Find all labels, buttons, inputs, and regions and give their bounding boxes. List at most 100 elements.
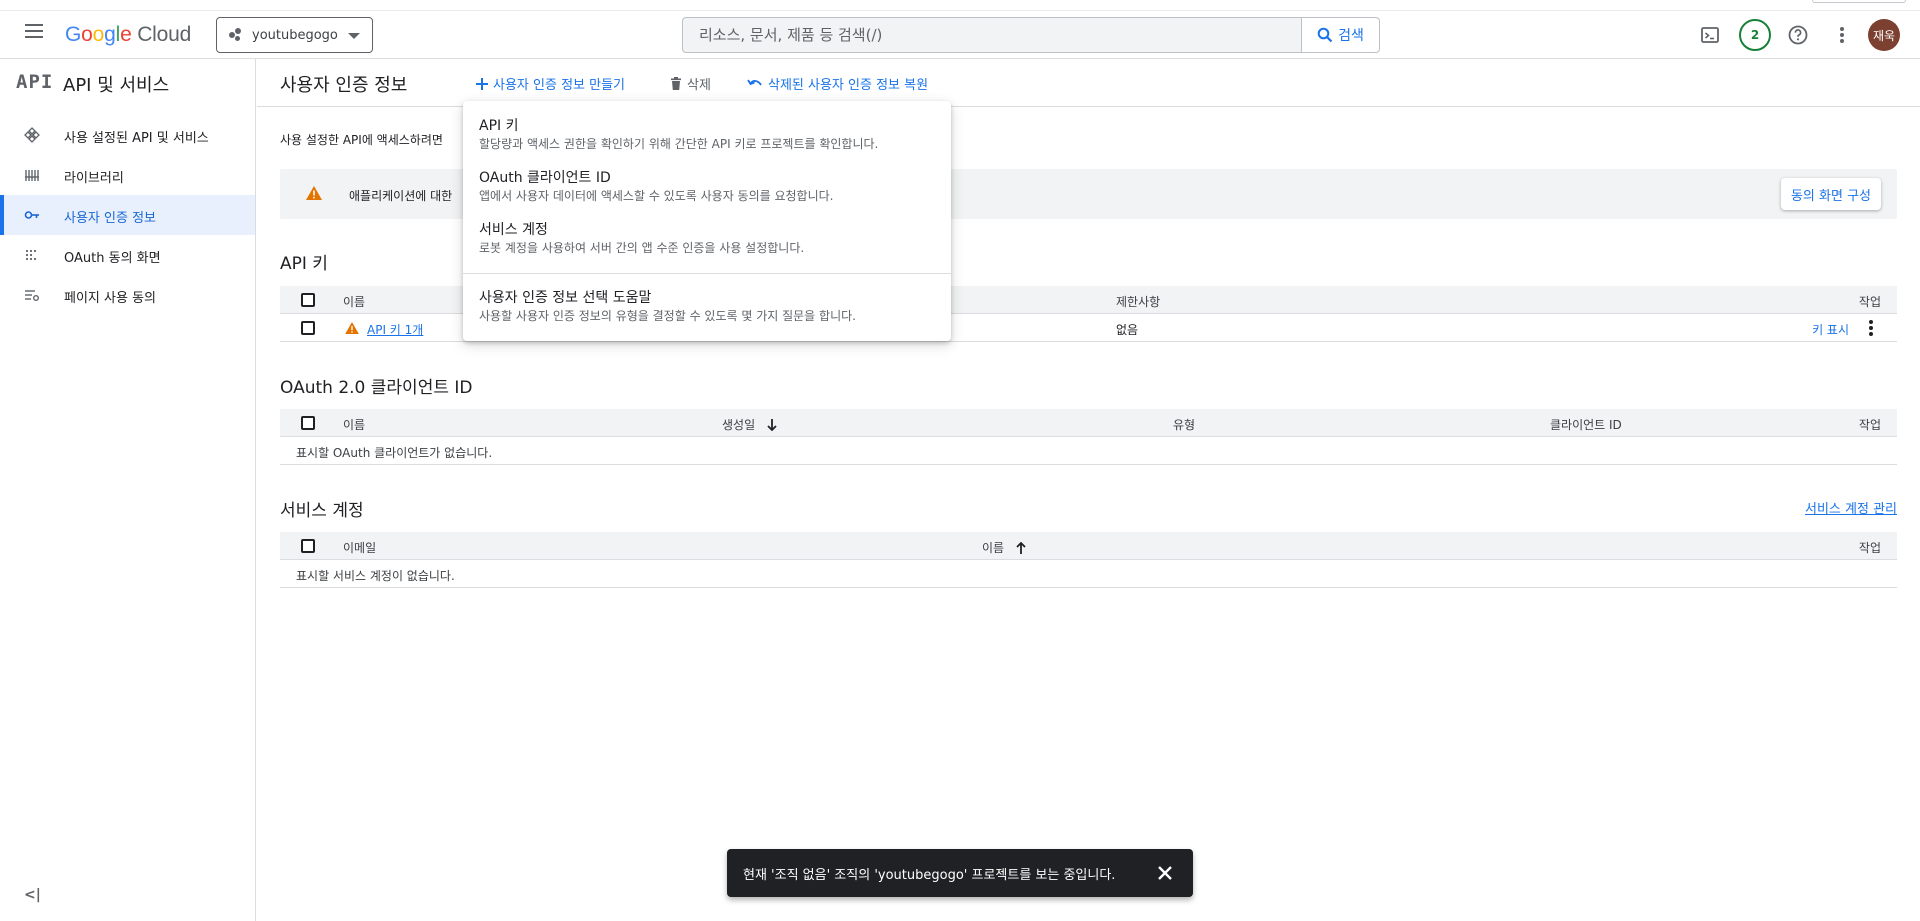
oauth-table: 이름 생성일 유형 클라이언트 ID 작업 표시할 OAuth 클라이언트가 없… (280, 409, 1897, 465)
api-logo-icon: API (16, 71, 54, 93)
restore-credentials-button[interactable]: 삭제된 사용자 인증 정보 복원 (747, 74, 928, 93)
menu-divider (463, 273, 951, 274)
arrow-down-icon (767, 419, 777, 432)
project-picker[interactable]: youtubegogo (216, 17, 373, 53)
create-credentials-button[interactable]: 사용자 인증 정보 만들기 (476, 74, 625, 93)
top-corner-tab (1812, 0, 1906, 3)
empty-message: 표시할 OAuth 클라이언트가 없습니다. (296, 446, 493, 460)
menu-item-title: OAuth 클라이언트 ID (479, 170, 611, 186)
sidebar-item-label: 사용자 인증 정보 (64, 211, 156, 226)
caret-down-icon (348, 33, 360, 39)
delete-label: 삭제 (687, 78, 711, 93)
sidebar-item-label: 페이지 사용 동의 (64, 291, 156, 306)
more-vert-icon[interactable] (1827, 20, 1857, 50)
page-toolbar: 사용자 인증 정보 사용자 인증 정보 만들기 삭제 삭제된 사용자 인증 정보… (257, 59, 1920, 107)
col-actions: 작업 (1858, 295, 1881, 309)
service-accounts-table: 이메일 이름 작업 표시할 서비스 계정이 없습니다. (280, 532, 1897, 588)
warning-icon (306, 186, 322, 200)
menu-item-desc: 앱에서 사용자 데이터에 액세스할 수 있도록 사용자 동의를 요청합니다. (479, 189, 834, 203)
menu-item-title: 사용자 인증 정보 선택 도움말 (479, 290, 652, 306)
search-button[interactable]: 검색 (1301, 18, 1379, 52)
intro-text: 사용 설정한 API에 액세스하려면 (280, 133, 443, 147)
col-created[interactable]: 생성일 (722, 416, 777, 433)
settings-list-icon (25, 290, 39, 301)
sidebar: API API 및 서비스 사용 설정된 API 및 서비스 라이브러리 사용자… (0, 59, 256, 921)
menu-item-help-me-choose[interactable]: 사용자 인증 정보 선택 도움말 사용할 사용자 인증 정보의 유형을 결정할 … (463, 287, 951, 327)
col-client-id: 클라이언트 ID (1550, 418, 1622, 432)
undo-icon (747, 79, 762, 86)
snackbar: 현재 '조직 없음' 조직의 'youtubegogo' 프로젝트를 보는 중입… (727, 849, 1193, 897)
col-name: 이름 (343, 295, 366, 309)
row-checkbox[interactable] (301, 321, 315, 335)
project-dots-icon (229, 28, 245, 42)
col-restrictions: 제한사항 (1116, 295, 1161, 309)
col-name-label: 이름 (982, 541, 1005, 555)
api-key-link[interactable]: API 키 1개 (367, 321, 423, 338)
service-accounts-title: 서비스 계정 (280, 501, 364, 521)
avatar[interactable]: 재욱 (1868, 19, 1900, 51)
close-icon[interactable] (1155, 863, 1175, 883)
row-more-vert-icon[interactable] (1869, 320, 1873, 338)
delete-button[interactable]: 삭제 (670, 74, 711, 93)
search-input[interactable] (683, 18, 1303, 52)
col-created-label: 생성일 (722, 418, 756, 432)
create-credentials-menu: API 키 할당량과 액세스 권한을 확인하기 위해 간단한 API 키로 프로… (463, 101, 951, 341)
search-bar: 검색 (682, 17, 1380, 53)
sidebar-item-oauth-consent[interactable]: OAuth 동의 화면 (0, 235, 255, 275)
manage-service-accounts-link[interactable]: 서비스 계정 관리 (1805, 498, 1897, 517)
configure-consent-button[interactable]: 동의 화면 구성 (1780, 178, 1881, 210)
trash-icon (671, 77, 681, 90)
select-all-checkbox[interactable] (301, 416, 315, 430)
table-header: 이메일 이름 작업 (280, 532, 1897, 560)
menu-item-title: 서비스 계정 (479, 222, 548, 238)
col-email: 이메일 (343, 541, 377, 555)
sidebar-item-enabled-apis[interactable]: 사용 설정된 API 및 서비스 (0, 115, 255, 155)
col-actions: 작업 (1858, 541, 1881, 555)
menu-item-desc: 사용할 사용자 인증 정보의 유형을 결정할 수 있도록 몇 가지 질문을 합니… (479, 309, 856, 323)
hamburger-menu-icon[interactable] (20, 20, 48, 48)
search-button-label: 검색 (1338, 28, 1364, 44)
menu-item-desc: 할당량과 액세스 권한을 확인하기 위해 간단한 API 키로 프로젝트를 확인… (479, 137, 879, 151)
menu-item-service-account[interactable]: 서비스 계정 로봇 계정을 사용하여 서버 간의 앱 수준 인증을 사용 설정합… (463, 219, 951, 259)
sidebar-item-credentials[interactable]: 사용자 인증 정보 (0, 195, 255, 235)
notification-badge[interactable]: 2 (1739, 19, 1771, 51)
api-hub-icon (24, 127, 40, 143)
restrictions-value: 없음 (1116, 323, 1139, 337)
library-icon (25, 170, 39, 181)
col-name[interactable]: 이름 (982, 539, 1026, 556)
menu-item-oauth-client[interactable]: OAuth 클라이언트 ID 앱에서 사용자 데이터에 액세스할 수 있도록 사… (463, 167, 951, 207)
create-credentials-label: 사용자 인증 정보 만들기 (493, 78, 625, 93)
consent-dots-icon (25, 249, 37, 261)
empty-message: 표시할 서비스 계정이 없습니다. (296, 569, 455, 583)
menu-item-title: API 키 (479, 118, 519, 134)
col-actions: 작업 (1858, 418, 1881, 432)
select-all-checkbox[interactable] (301, 539, 315, 553)
select-all-checkbox[interactable] (301, 293, 315, 307)
col-name: 이름 (343, 418, 366, 432)
add-icon (476, 77, 488, 90)
snackbar-message: 현재 '조직 없음' 조직의 'youtubegogo' 프로젝트를 보는 중입… (743, 868, 1116, 883)
sidebar-item-page-usage[interactable]: 페이지 사용 동의 (0, 275, 255, 315)
collapse-sidebar-icon[interactable]: <| (24, 887, 41, 903)
sidebar-item-label: 라이브러리 (64, 171, 124, 186)
menu-item-api-key[interactable]: API 키 할당량과 액세스 권한을 확인하기 위해 간단한 API 키로 프로… (463, 115, 951, 155)
top-bar: Google Cloud youtubegogo 검색 2 재욱 (0, 0, 1920, 59)
arrow-up-icon (1016, 541, 1026, 554)
table-row: 표시할 OAuth 클라이언트가 없습니다. (280, 437, 1897, 465)
api-keys-title: API 키 (280, 254, 328, 274)
warning-text: 애플리케이션에 대한 (349, 189, 453, 203)
table-row: 표시할 서비스 계정이 없습니다. (280, 560, 1897, 588)
project-name: youtubegogo (252, 27, 338, 43)
sidebar-title: API 및 서비스 (63, 75, 170, 96)
cloud-shell-icon[interactable] (1695, 20, 1725, 50)
table-header: 이름 생성일 유형 클라이언트 ID 작업 (280, 409, 1897, 437)
google-cloud-logo[interactable]: Google Cloud (65, 23, 191, 47)
sidebar-item-label: OAuth 동의 화면 (64, 251, 161, 266)
sidebar-item-library[interactable]: 라이브러리 (0, 155, 255, 195)
menu-item-desc: 로봇 계정을 사용하여 서버 간의 앱 수준 인증을 사용 설정합니다. (479, 241, 805, 255)
sidebar-header: API API 및 서비스 (0, 59, 255, 107)
show-key-button[interactable]: 키 표시 (1812, 321, 1849, 338)
oauth-title: OAuth 2.0 클라이언트 ID (280, 378, 473, 398)
top-divider (0, 10, 1920, 11)
help-icon[interactable] (1783, 20, 1813, 50)
